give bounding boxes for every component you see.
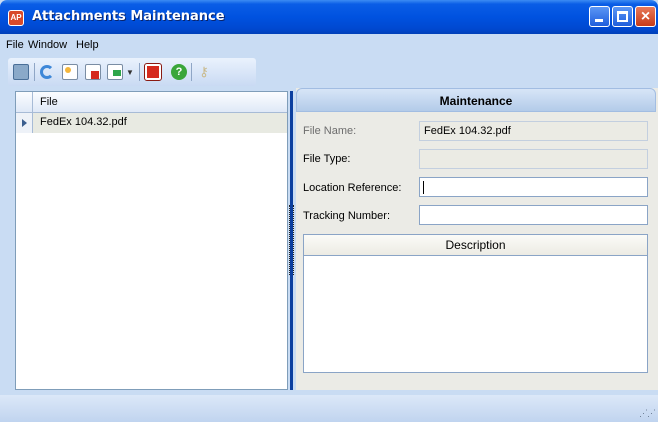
description-textarea[interactable] — [303, 255, 648, 373]
location-reference-label: Location Reference: — [303, 182, 402, 194]
row-selector-arrow-icon[interactable] — [16, 113, 33, 133]
menu-file[interactable]: File — [6, 39, 24, 51]
stop-icon[interactable] — [144, 63, 162, 81]
app-icon[interactable]: AP — [8, 10, 24, 26]
location-reference-field[interactable] — [419, 177, 648, 197]
close-icon: × — [640, 8, 651, 25]
status-bar: ⋰⋰ — [0, 395, 658, 422]
tracking-number-field[interactable] — [419, 205, 648, 225]
refresh-icon[interactable] — [40, 65, 54, 79]
file-name-field: FedEx 104.32.pdf — [419, 121, 648, 141]
menu-window[interactable]: Window — [28, 39, 67, 51]
grid-header: File — [16, 92, 287, 113]
file-type-field — [419, 149, 648, 169]
close-button[interactable]: × — [635, 6, 656, 27]
menu-help[interactable]: Help — [76, 39, 99, 51]
dropdown-arrow-icon[interactable]: ▼ — [126, 68, 134, 77]
maximize-button[interactable] — [612, 6, 633, 27]
file-cell[interactable]: FedEx 104.32.pdf — [40, 116, 127, 128]
tracking-number-label: Tracking Number: — [303, 210, 391, 222]
minimize-icon — [595, 19, 603, 22]
toolbar-separator — [191, 63, 192, 81]
row-header-corner — [16, 92, 33, 112]
file-name-label: File Name: — [303, 125, 357, 137]
title-bar[interactable]: AP Attachments Maintenance × — [0, 0, 658, 34]
resize-grip-icon[interactable]: ⋰⋰ — [639, 408, 656, 419]
splitter-grip[interactable] — [289, 205, 294, 275]
file-grid[interactable]: File FedEx 104.32.pdf — [15, 91, 288, 390]
column-header-file[interactable]: File — [40, 96, 58, 108]
window-title: Attachments Maintenance — [32, 9, 225, 24]
help-icon[interactable] — [171, 64, 187, 80]
toolbar-separator — [34, 63, 35, 81]
description-header: Description — [303, 234, 648, 256]
maintenance-title: Maintenance — [439, 94, 513, 108]
minimize-button[interactable] — [589, 6, 610, 27]
file-type-label: File Type: — [303, 153, 351, 165]
maintenance-header: Maintenance — [296, 88, 656, 112]
app-window: AP Attachments Maintenance × File Window… — [0, 0, 658, 422]
save-icon[interactable] — [13, 64, 29, 80]
maintenance-panel: Maintenance File Name: FedEx 104.32.pdf … — [296, 88, 658, 390]
delete-icon[interactable] — [85, 64, 101, 80]
text-caret — [423, 181, 424, 194]
toolbar: ▼ ⚷ — [8, 58, 256, 86]
key-icon[interactable]: ⚷ — [196, 64, 212, 80]
menu-bar: File Window Help — [0, 34, 658, 56]
export-icon[interactable] — [107, 64, 123, 80]
maximize-icon — [617, 11, 628, 22]
table-row[interactable]: FedEx 104.32.pdf — [16, 113, 287, 133]
new-icon[interactable] — [62, 64, 78, 80]
toolbar-separator — [139, 63, 140, 81]
